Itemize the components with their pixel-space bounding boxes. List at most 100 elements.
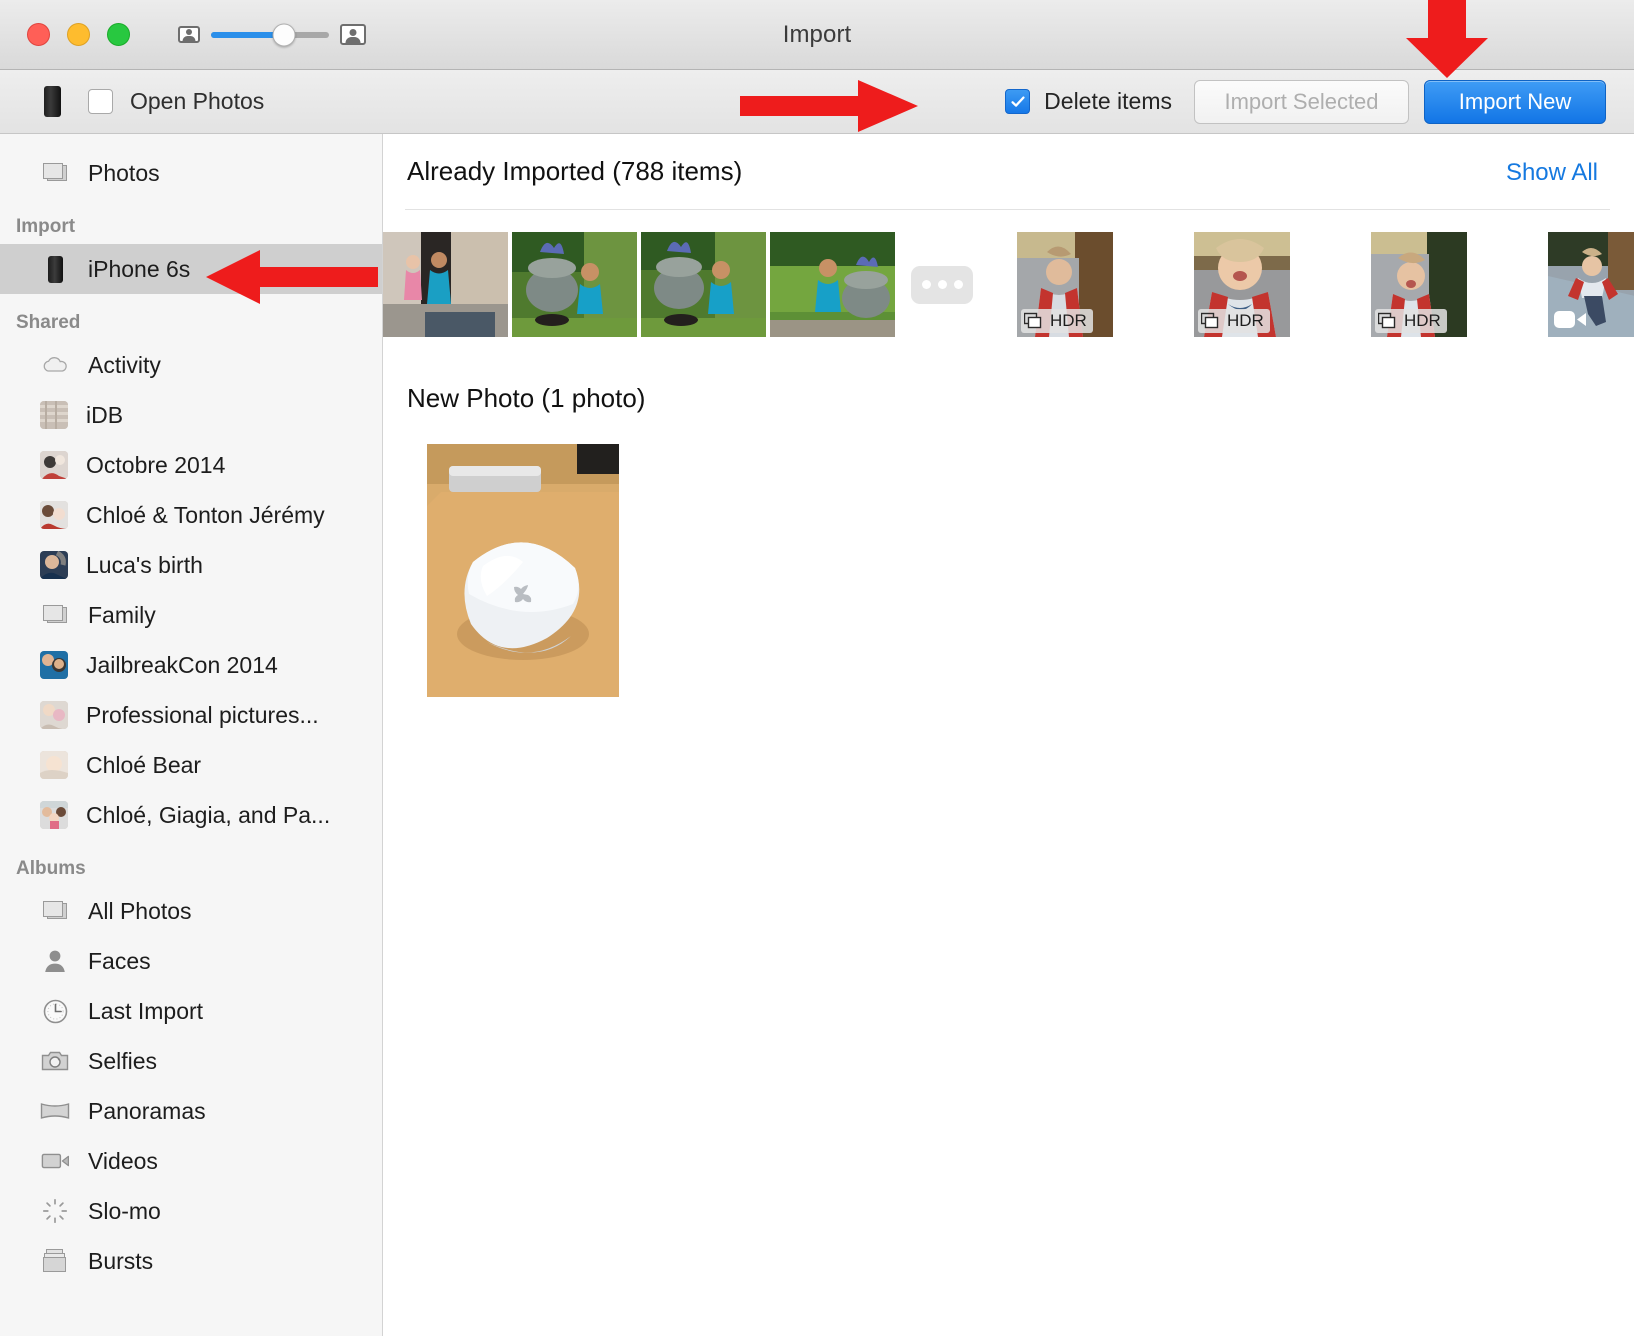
already-imported-thumbnail-strip: HDR HDR HDR [383, 210, 1634, 337]
sidebar-item-chloe-giagia-and-pa[interactable]: Chloé, Giagia, and Pa... [0, 790, 382, 840]
delete-items-label: Delete items [1044, 88, 1172, 114]
thumbnail-item[interactable] [770, 232, 895, 337]
photos-stack-icon [40, 898, 70, 924]
more-ellipsis-button[interactable] [911, 265, 973, 304]
sidebar-item-selfies[interactable]: Selfies [0, 1036, 382, 1086]
sidebar-item-label: Chloé Bear [86, 751, 202, 778]
hdr-icon [1024, 312, 1042, 329]
import-new-button[interactable]: Import New [1424, 79, 1606, 124]
hdr-badge: HDR [1375, 309, 1447, 333]
close-button[interactable] [27, 23, 50, 46]
thumbnail-size-control[interactable] [178, 23, 366, 46]
sidebar-item-all-photos[interactable]: All Photos [0, 886, 382, 936]
sidebar-item-label: Chloé, Giagia, and Pa... [86, 801, 331, 828]
import-content: Already Imported (788 items) Show All HD… [383, 134, 1634, 1336]
minimize-button[interactable] [67, 23, 90, 46]
sidebar-item-idb[interactable]: iDB [0, 390, 382, 440]
sidebar-item-lucas-birth[interactable]: Luca's birth [0, 540, 382, 590]
sidebar-item-photos[interactable]: Photos [0, 148, 382, 198]
zoom-button[interactable] [107, 23, 130, 46]
sidebar-item-professional-pictures[interactable]: Professional pictures... [0, 690, 382, 740]
delete-items-checkbox[interactable] [1005, 89, 1031, 114]
thumbnail-item[interactable] [1548, 232, 1634, 337]
sidebar-item-family[interactable]: Family [0, 590, 382, 640]
window-titlebar: Import [0, 0, 1634, 70]
sidebar-item-last-import[interactable]: Last Import [0, 986, 382, 1036]
import-toolbar: Open Photos Delete items Import Selected… [0, 70, 1634, 134]
sidebar-item-label: iPhone 6s [88, 255, 191, 282]
album-thumbnail [40, 751, 68, 779]
album-thumbnail [40, 501, 68, 529]
sidebar-item-label: Bursts [88, 1247, 154, 1274]
sidebar-section-import: Import [16, 216, 76, 237]
sidebar-item-label: Faces [88, 947, 151, 974]
open-photos-control[interactable]: Open Photos [88, 88, 264, 115]
thumbnail-item[interactable]: HDR [1017, 232, 1113, 337]
hdr-badge-label: HDR [1404, 311, 1441, 330]
thumbnail-item[interactable] [383, 232, 508, 337]
album-thumbnail [40, 651, 68, 679]
hdr-badge-label: HDR [1050, 311, 1087, 330]
sidebar-item-activity[interactable]: Activity [0, 340, 382, 390]
video-camera-icon [40, 1148, 70, 1174]
person-icon [40, 948, 70, 974]
import-selected-button[interactable]: Import Selected [1194, 79, 1409, 124]
sidebar-item-label: Photos [88, 159, 160, 186]
sidebar-item-octobre-2014[interactable]: Octobre 2014 [0, 440, 382, 490]
hdr-badge-label: HDR [1227, 311, 1264, 330]
zoom-slider[interactable] [211, 23, 329, 46]
camera-icon [40, 1048, 70, 1074]
sidebar-item-label: Professional pictures... [86, 701, 319, 728]
dot-icon [937, 280, 947, 289]
photos-stack-icon [40, 160, 70, 186]
sidebar-item-label: Family [88, 601, 156, 628]
thumbnail-item[interactable]: HDR [1371, 232, 1467, 337]
hdr-icon [1378, 312, 1396, 329]
video-camera-icon [1554, 311, 1586, 328]
delete-items-control[interactable]: Delete items [1005, 88, 1172, 115]
sidebar-item-label: iDB [86, 401, 124, 428]
iphone-icon [40, 255, 70, 283]
hdr-icon [1201, 312, 1219, 329]
open-photos-checkbox[interactable] [88, 89, 113, 114]
sidebar-item-chloe-bear[interactable]: Chloé Bear [0, 740, 382, 790]
sidebar-item-label: Selfies [88, 1047, 158, 1074]
sidebar-item-label: Slo-mo [88, 1197, 161, 1224]
sidebar-item-slo-mo[interactable]: Slo-mo [0, 1186, 382, 1236]
large-thumbnail-icon [340, 24, 366, 45]
sidebar-item-iphone-6s[interactable]: iPhone 6s [0, 244, 382, 294]
window-body: Photos Import iPhone 6s Shared Activity [0, 134, 1634, 1336]
sidebar: Photos Import iPhone 6s Shared Activity [0, 134, 383, 1336]
hdr-badge: HDR [1021, 309, 1093, 333]
sidebar-item-label: Activity [88, 351, 161, 378]
sidebar-item-bursts[interactable]: Bursts [0, 1236, 382, 1286]
new-photo-grid [383, 414, 1634, 697]
iphone-icon [44, 86, 61, 117]
thumbnail-item[interactable] [641, 232, 766, 337]
sidebar-item-jailbreakcon-2014[interactable]: JailbreakCon 2014 [0, 640, 382, 690]
thumbnail-item[interactable] [427, 444, 619, 697]
sidebar-section-albums: Albums [16, 858, 86, 879]
sidebar-item-label: Panoramas [88, 1097, 206, 1124]
bursts-icon [40, 1248, 70, 1274]
thumbnail-item[interactable] [512, 232, 637, 337]
sidebar-item-chloe-tonton-jeremy[interactable]: Chloé & Tonton Jérémy [0, 490, 382, 540]
sidebar-item-panoramas[interactable]: Panoramas [0, 1086, 382, 1136]
traffic-lights [27, 23, 130, 46]
hdr-badge: HDR [1198, 309, 1270, 333]
clock-icon [40, 998, 70, 1024]
sidebar-section-shared: Shared [16, 312, 81, 333]
new-photo-title: New Photo (1 photo) [407, 383, 646, 413]
panorama-icon [40, 1098, 70, 1124]
dot-icon [953, 280, 963, 289]
sidebar-item-videos[interactable]: Videos [0, 1136, 382, 1186]
slider-knob[interactable] [272, 23, 296, 46]
show-all-link[interactable]: Show All [1506, 159, 1598, 187]
already-imported-title: Already Imported (788 items) [407, 156, 743, 186]
thumbnail-item[interactable]: HDR [1194, 232, 1290, 337]
sidebar-item-label: JailbreakCon 2014 [86, 651, 278, 678]
video-badge [1553, 307, 1589, 331]
dot-icon [921, 280, 931, 289]
sidebar-item-label: Last Import [88, 997, 204, 1024]
sidebar-item-faces[interactable]: Faces [0, 936, 382, 986]
